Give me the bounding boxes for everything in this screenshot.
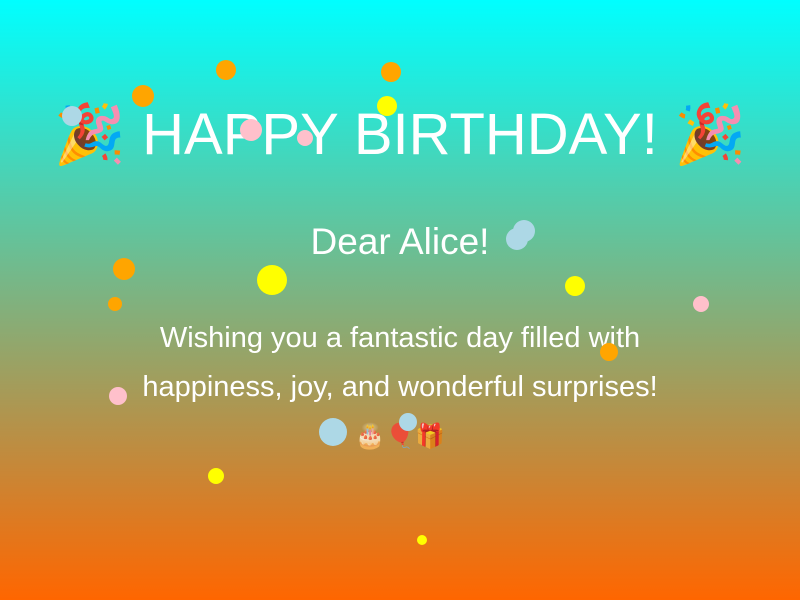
confetti-dot <box>216 60 236 80</box>
confetti-dot <box>319 418 347 446</box>
confetti-dot <box>132 85 154 107</box>
confetti-dot <box>297 130 313 146</box>
message-line-1: Wishing you a fantastic day filled with <box>159 322 641 354</box>
confetti-dot <box>600 343 618 361</box>
confetti-dot <box>693 296 709 312</box>
confetti-dot <box>257 265 287 295</box>
confetti-dot <box>240 119 262 141</box>
confetti-dot <box>62 106 82 126</box>
greeting: Dear Alice! <box>310 221 490 262</box>
confetti-dot <box>399 413 417 431</box>
confetti-dot <box>381 62 401 82</box>
confetti-dot <box>565 276 585 296</box>
confetti-dot <box>417 535 427 545</box>
card-title: 🎉 HAPPY BIRTHDAY! 🎉 <box>53 102 747 167</box>
confetti-dot <box>208 468 224 484</box>
confetti-dot <box>108 297 122 311</box>
confetti-dot <box>377 96 397 116</box>
confetti-dot <box>109 387 127 405</box>
confetti-dot <box>113 258 135 280</box>
confetti-dot <box>506 228 528 250</box>
